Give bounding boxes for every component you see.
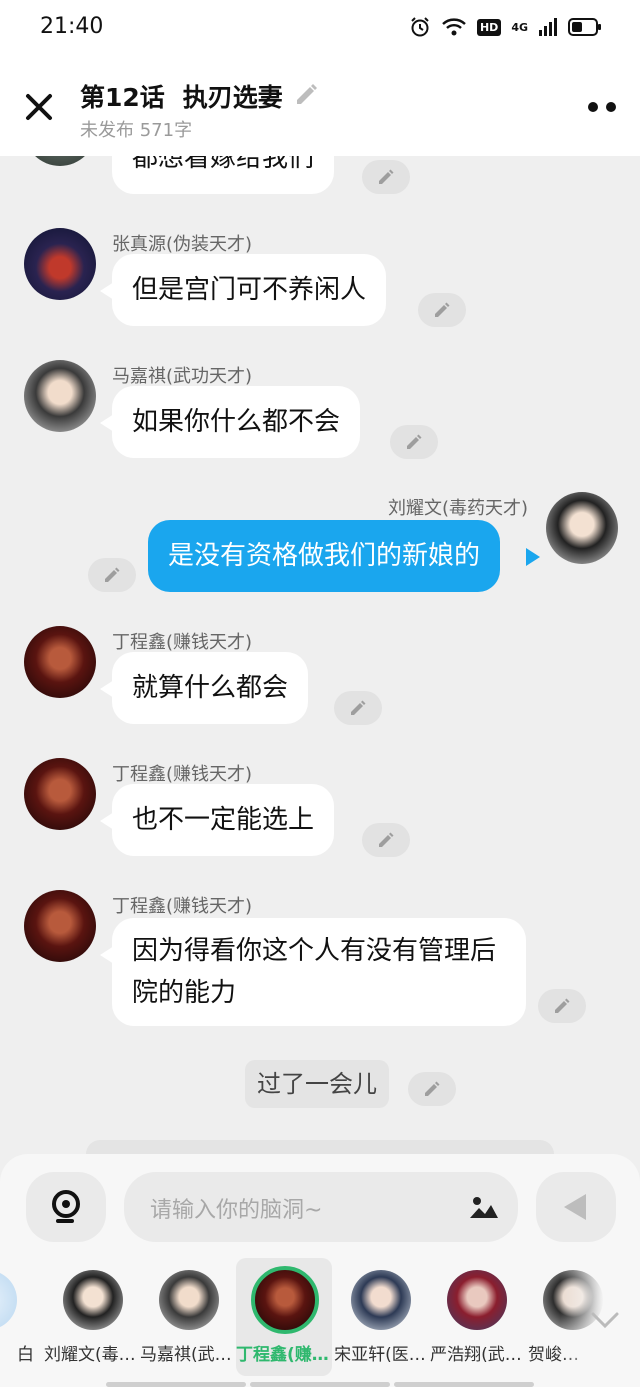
chevron-down-icon[interactable] — [590, 1310, 620, 1330]
more-icon[interactable] — [588, 102, 616, 112]
pencil-icon — [407, 434, 422, 449]
sender-name: 马嘉祺(武功天才) — [112, 366, 253, 387]
network-label: 4G — [511, 20, 528, 34]
avatar[interactable] — [24, 360, 96, 432]
character-avatar — [159, 1270, 219, 1330]
message-bubble-outgoing[interactable]: 是没有资格做我们的新娘的 — [148, 520, 501, 592]
character-avatar — [63, 1270, 123, 1330]
chat-list[interactable]: 都想看嫁给我们 张真源(伪装天才) 但是宫门可不养闲人 马嘉祺(武功天才) 如果… — [0, 156, 640, 1156]
character-label: 马嘉祺(武功天才) — [140, 1345, 236, 1365]
message-bubble[interactable]: 都想看嫁给我们 — [112, 156, 335, 194]
character-avatar — [447, 1270, 507, 1330]
edit-message-button[interactable] — [334, 691, 382, 725]
pencil-icon — [555, 998, 570, 1013]
edit-message-button[interactable] — [362, 823, 410, 857]
edit-message-button[interactable] — [390, 425, 438, 459]
status-bar: 21:40 HD 4G — [0, 0, 640, 58]
character-label: 刘耀文(毒药天才) — [44, 1345, 140, 1365]
wifi-icon — [442, 18, 466, 36]
idea-input[interactable]: 请输入你的脑洞~ — [124, 1172, 518, 1242]
narration-text[interactable]: 过了一会儿 — [245, 1060, 389, 1108]
character-label: 宋亚轩(医… — [334, 1345, 426, 1365]
sender-name: 刘耀文(毒药天才) — [387, 498, 528, 519]
character-item[interactable]: 严浩翔(武… — [428, 1258, 524, 1376]
close-icon[interactable] — [24, 92, 54, 122]
sender-name: 丁程鑫(赚钱天才) — [112, 632, 253, 653]
character-label: 白 — [17, 1345, 34, 1365]
edit-message-button[interactable] — [408, 1072, 456, 1106]
pencil-icon — [425, 1081, 440, 1096]
chapter-status: 未发布 571字 — [80, 120, 193, 141]
mind-button[interactable] — [26, 1172, 106, 1242]
character-label: 丁程鑫(赚钱天才) — [236, 1345, 332, 1365]
input-bar: 请输入你的脑洞~ — [0, 1154, 640, 1258]
sender-name: 丁程鑫(赚钱天才) — [112, 764, 253, 785]
message-bubble[interactable]: 如果你什么都不会 — [112, 386, 361, 458]
image-icon[interactable] — [468, 1192, 500, 1220]
avatar[interactable] — [24, 890, 96, 962]
character-item[interactable]: 刘耀文(毒药天才) — [44, 1258, 140, 1376]
sender-name: 丁程鑫(赚钱天才) — [112, 896, 253, 917]
character-label: 严浩翔(武… — [430, 1345, 522, 1365]
avatar[interactable] — [546, 492, 618, 564]
scroll-indicator — [250, 1382, 390, 1387]
edit-message-button[interactable] — [362, 160, 410, 194]
character-item[interactable]: 白 — [0, 1258, 34, 1376]
pencil-icon — [105, 567, 120, 582]
edit-message-button[interactable] — [418, 293, 466, 327]
hd-badge: HD — [476, 18, 502, 36]
scroll-indicator — [394, 1382, 534, 1387]
character-avatar — [351, 1270, 411, 1330]
character-item-selected[interactable]: 丁程鑫(赚钱天才) — [236, 1258, 332, 1376]
character-item[interactable]: 宋亚轩(医… — [332, 1258, 428, 1376]
avatar[interactable] — [24, 228, 96, 300]
page-title: 第12话 执刃选妻 — [80, 78, 283, 114]
pencil-icon — [379, 169, 394, 184]
edit-message-button[interactable] — [538, 989, 586, 1023]
sender-name: 张真源(伪装天才) — [112, 234, 253, 255]
battery-icon — [568, 18, 601, 36]
pencil-icon — [379, 832, 394, 847]
character-selector[interactable]: 白 刘耀文(毒药天才) 马嘉祺(武功天才) 丁程鑫(赚钱天才) 宋亚轩(医… 严… — [0, 1258, 640, 1387]
message-bubble[interactable]: 就算什么都会 — [112, 652, 309, 724]
character-avatar — [0, 1270, 17, 1330]
send-icon — [564, 1194, 586, 1220]
pencil-icon — [435, 302, 450, 317]
avatar[interactable] — [24, 626, 96, 698]
send-button[interactable] — [536, 1172, 616, 1242]
alarm-icon — [411, 17, 429, 37]
edit-title-pencil-icon[interactable] — [292, 80, 320, 108]
signal-icon — [539, 18, 557, 36]
status-time: 21:40 — [40, 14, 104, 39]
scroll-indicator — [106, 1382, 246, 1387]
character-item[interactable]: 马嘉祺(武功天才) — [140, 1258, 236, 1376]
input-placeholder: 请输入你的脑洞~ — [150, 1198, 323, 1223]
character-avatar — [251, 1266, 319, 1334]
chapter-name: 执刃选妻 — [182, 83, 283, 112]
message-bubble[interactable]: 但是宫门可不养闲人 — [112, 254, 387, 326]
edit-message-button[interactable] — [88, 558, 136, 592]
avatar[interactable] — [24, 758, 96, 830]
status-icons: HD 4G — [409, 16, 602, 38]
mind-icon — [52, 1190, 80, 1223]
message-bubble[interactable]: 因为得看你这个人有没有管理后院的能力 — [112, 918, 526, 1026]
pencil-icon — [351, 700, 366, 715]
message-bubble[interactable]: 也不一定能选上 — [112, 784, 335, 856]
chapter-number: 第12话 — [80, 83, 165, 112]
chapter-header: 第12话 执刃选妻 未发布 571字 — [0, 58, 640, 156]
avatar[interactable] — [24, 156, 96, 166]
